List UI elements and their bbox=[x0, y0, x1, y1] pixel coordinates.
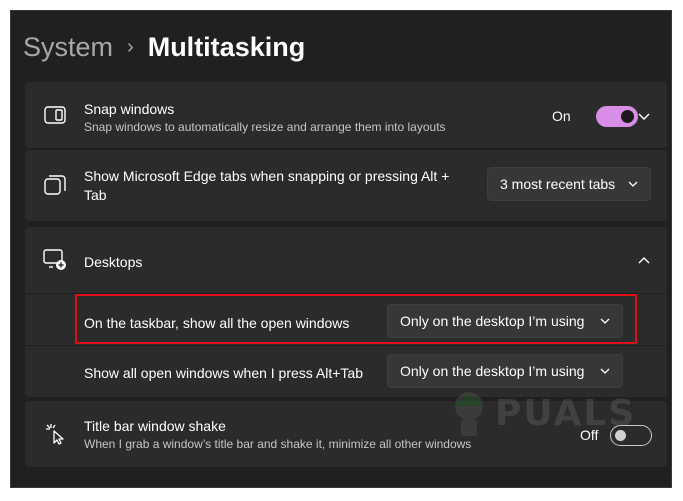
snap-windows-title: Snap windows bbox=[84, 101, 175, 117]
desktops-title: Desktops bbox=[84, 254, 143, 270]
edge-tabs-dropdown[interactable]: 3 most recent tabs bbox=[487, 167, 651, 201]
chevron-down-icon bbox=[600, 368, 610, 374]
edge-tabs-title-line1: Show Microsoft Edge tabs when snapping o… bbox=[84, 168, 450, 184]
alttab-windows-dropdown-value: Only on the desktop I’m using bbox=[400, 363, 585, 379]
shake-icon bbox=[43, 422, 67, 446]
title-bar-shake-card: Title bar window shake When I grab a win… bbox=[25, 401, 667, 467]
shake-title: Title bar window shake bbox=[84, 418, 226, 434]
snap-windows-description: Snap windows to automatically resize and… bbox=[84, 120, 446, 134]
chevron-down-icon[interactable] bbox=[636, 108, 652, 124]
highlight-box bbox=[75, 294, 637, 344]
desktops-icon bbox=[43, 248, 67, 272]
breadcrumb: System › Multitasking bbox=[23, 29, 305, 65]
alttab-windows-label: Show all open windows when I press Alt+T… bbox=[84, 365, 363, 381]
edge-tabs-card: Show Microsoft Edge tabs when snapping o… bbox=[25, 150, 667, 221]
edge-tabs-icon bbox=[43, 174, 67, 198]
snap-toggle-label: On bbox=[552, 108, 571, 124]
snap-windows-card[interactable]: Snap windows Snap windows to automatical… bbox=[25, 82, 667, 148]
edge-tabs-title-line2: Tab bbox=[84, 187, 107, 203]
alttab-windows-dropdown[interactable]: Only on the desktop I’m using bbox=[387, 354, 623, 388]
edge-tabs-dropdown-value: 3 most recent tabs bbox=[500, 176, 616, 192]
snap-windows-toggle[interactable] bbox=[596, 106, 638, 127]
shake-toggle[interactable] bbox=[610, 425, 652, 446]
breadcrumb-system-link[interactable]: System bbox=[23, 32, 113, 63]
divider bbox=[25, 345, 667, 346]
page-title: Multitasking bbox=[147, 31, 306, 62]
shake-description: When I grab a window’s title bar and sha… bbox=[84, 437, 472, 451]
chevron-down-icon bbox=[628, 181, 638, 187]
snap-windows-icon bbox=[43, 103, 67, 127]
chevron-up-icon[interactable] bbox=[636, 253, 652, 269]
shake-toggle-label: Off bbox=[580, 427, 599, 443]
breadcrumb-separator: › bbox=[127, 35, 134, 58]
settings-window: System › Multitasking Snap windows Snap … bbox=[10, 10, 672, 488]
